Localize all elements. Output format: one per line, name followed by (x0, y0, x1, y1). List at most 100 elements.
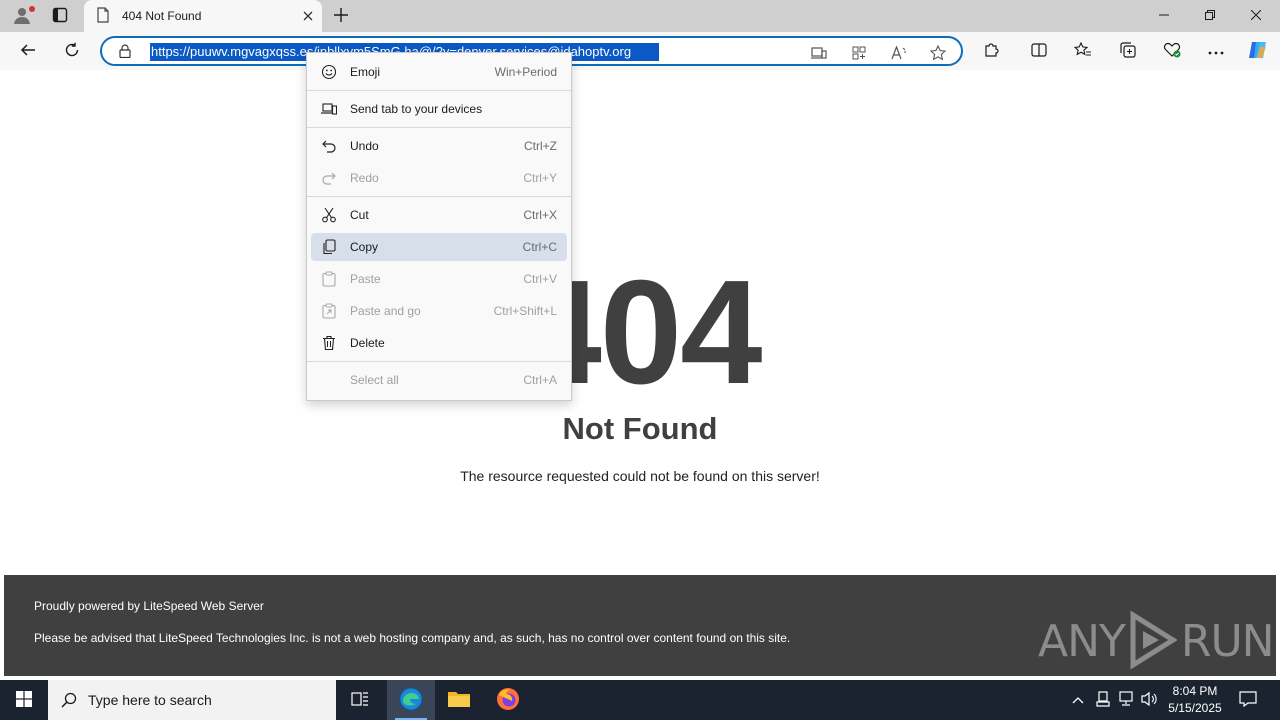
clock-time: 8:04 PM (1172, 684, 1218, 698)
page-icon (96, 6, 110, 26)
close-window-button[interactable] (1233, 0, 1279, 32)
clock-date: 5/15/2025 (1168, 701, 1222, 715)
search-placeholder: Type here to search (88, 692, 212, 708)
task-view-button[interactable] (336, 680, 384, 720)
taskbar-edge[interactable] (387, 680, 435, 720)
show-hidden-icons-button[interactable] (1068, 680, 1088, 720)
chevron-up-icon (1072, 693, 1084, 707)
menu-item-paste[interactable]: Paste Ctrl+V (311, 265, 567, 293)
taskbar-clock[interactable]: 8:04 PM 5/15/2025 (1160, 683, 1230, 717)
back-button[interactable] (13, 36, 43, 66)
read-aloud-icon[interactable] (888, 42, 910, 64)
network-icon (1118, 690, 1134, 710)
menu-item-emoji[interactable]: Emoji Win+Period (311, 58, 567, 86)
lock-icon[interactable] (118, 44, 132, 58)
taskbar-search-box[interactable]: Type here to search (48, 680, 336, 720)
watermark-text-left: ANY (1038, 615, 1126, 667)
menu-separator (307, 361, 571, 362)
puzzle-icon (983, 42, 999, 61)
emoji-icon (321, 64, 337, 80)
more-dots-icon (1208, 44, 1224, 58)
plus-icon (334, 7, 348, 25)
settings-more-button[interactable] (1201, 36, 1231, 66)
taskbar-firefox[interactable] (484, 680, 532, 720)
menu-item-select-all[interactable]: Select all Ctrl+A (311, 366, 567, 394)
windows-taskbar: Type here to search 8:04 PM 5/15/2025 (0, 680, 1280, 720)
error-heading: Not Found (562, 411, 718, 446)
favorites-icon (1073, 41, 1092, 61)
task-view-icon (351, 691, 369, 710)
split-screen-button[interactable] (1024, 36, 1054, 66)
tab-actions-icon (52, 7, 68, 26)
collections-button[interactable] (1113, 36, 1143, 66)
copilot-button[interactable] (1243, 36, 1273, 66)
tray-device-button[interactable] (1093, 680, 1113, 720)
firefox-icon (496, 687, 520, 714)
notification-icon (1239, 690, 1257, 710)
trash-icon (321, 335, 337, 351)
close-icon (1250, 9, 1262, 23)
profile-button[interactable] (8, 4, 36, 28)
volume-icon (1141, 691, 1159, 710)
new-tab-button[interactable] (328, 4, 354, 28)
menu-item-copy[interactable]: Copy Ctrl+C (311, 233, 567, 261)
notification-center-button[interactable] (1232, 680, 1264, 720)
minimize-icon (1159, 9, 1169, 23)
scissors-icon (321, 207, 337, 223)
page-footer: Proudly powered by LiteSpeed Web Server … (4, 575, 1276, 676)
error-message: The resource requested could not be foun… (460, 468, 820, 484)
close-tab-icon[interactable] (300, 8, 316, 24)
windows-logo-icon (16, 690, 32, 710)
tab-actions-button[interactable] (46, 4, 74, 28)
restore-button[interactable] (1187, 0, 1233, 32)
refresh-icon (64, 42, 80, 61)
favorites-button[interactable] (1068, 36, 1098, 66)
favorite-star-icon[interactable] (927, 42, 949, 64)
browser-toolbar: https://puuwv.mgvagxqss.es/jnbllxym5SmG.… (0, 32, 1280, 70)
collections-icon (1120, 41, 1136, 61)
back-arrow-icon (20, 42, 36, 61)
footer-disclaimer: Please be advised that LiteSpeed Technol… (34, 631, 791, 645)
restore-icon (1205, 9, 1215, 23)
copy-icon (321, 239, 337, 255)
copilot-icon (1247, 39, 1269, 64)
watermark-text-right: RUN (1180, 615, 1275, 667)
split-screen-icon (1031, 42, 1047, 61)
tray-network-button[interactable] (1116, 680, 1136, 720)
play-logo-icon (1129, 609, 1178, 672)
tab-title: 404 Not Found (122, 9, 202, 23)
tab-active[interactable]: 404 Not Found (84, 0, 322, 32)
menu-separator (307, 127, 571, 128)
minimize-button[interactable] (1141, 0, 1187, 32)
menu-item-undo[interactable]: Undo Ctrl+Z (311, 132, 567, 160)
tray-volume-button[interactable] (1140, 680, 1160, 720)
extensions-button[interactable] (976, 36, 1006, 66)
search-icon (61, 692, 77, 711)
paste-go-icon (321, 303, 337, 319)
browser-essentials-button[interactable] (1157, 36, 1187, 66)
menu-item-cut[interactable]: Cut Ctrl+X (311, 201, 567, 229)
app-available-icon[interactable] (848, 42, 870, 64)
menu-item-paste-and-go[interactable]: Paste and go Ctrl+Shift+L (311, 297, 567, 325)
devices-icon (321, 101, 337, 117)
menu-item-redo[interactable]: Redo Ctrl+Y (311, 164, 567, 192)
refresh-button[interactable] (57, 36, 87, 66)
browser-title-bar: 404 Not Found (0, 0, 1280, 32)
device-icon[interactable] (808, 42, 830, 64)
anyrun-watermark: ANY RUN (1038, 609, 1275, 672)
error-code: 404 (519, 250, 763, 415)
page-viewport: 404 Not Found The resource requested cou… (4, 70, 1276, 676)
menu-separator (307, 90, 571, 91)
edge-icon (399, 687, 423, 714)
usb-device-icon (1096, 690, 1110, 710)
footer-powered-by: Proudly powered by LiteSpeed Web Server (34, 599, 264, 613)
paste-icon (321, 271, 337, 287)
taskbar-file-explorer[interactable] (435, 680, 483, 720)
context-menu: Emoji Win+Period Send tab to your device… (306, 52, 572, 401)
menu-item-delete[interactable]: Delete (311, 329, 567, 357)
start-button[interactable] (0, 680, 48, 720)
notification-dot (29, 6, 35, 12)
folder-icon (447, 689, 471, 712)
menu-item-send-tab[interactable]: Send tab to your devices (311, 95, 567, 123)
undo-icon (321, 138, 337, 154)
